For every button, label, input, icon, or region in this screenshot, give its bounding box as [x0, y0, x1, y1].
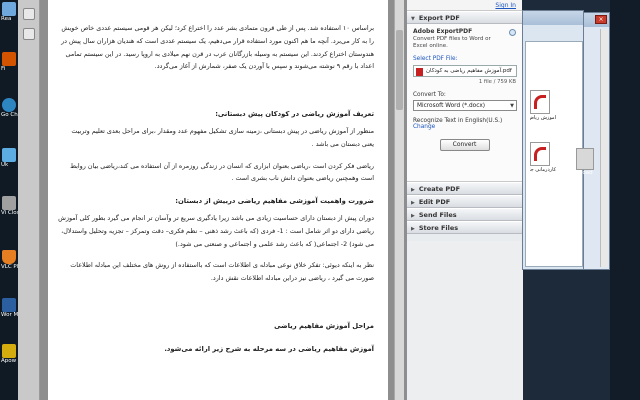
- convert-to-label: Convert To:: [413, 92, 446, 98]
- desktop-icon-label: VLC Pl: [1, 264, 19, 270]
- desktop-right-area: [610, 0, 640, 400]
- section-label: Create PDF: [418, 185, 461, 193]
- paragraph: ریاضی فکر کردن است ،ریاضی بعنوان ابزاری …: [70, 161, 374, 183]
- pdf-file-item[interactable]: کاردرمانی جلسه بیا...: [530, 142, 556, 173]
- export-pdf-body: Adobe ExportPDF Convert PDF files to Wor…: [407, 24, 522, 182]
- export-pdf-label: Export PDF: [418, 14, 460, 22]
- desktop-icon-reader[interactable]: Rea: [1, 2, 17, 22]
- desktop-icon-download[interactable]: nload: [570, 148, 600, 176]
- section-label: Edit PDF: [418, 198, 451, 206]
- create-pdf-header[interactable]: ▶ Create PDF: [407, 182, 522, 195]
- reader-icon: [2, 2, 16, 16]
- window-titlebar[interactable]: [523, 11, 583, 25]
- convert-button[interactable]: Convert: [439, 139, 490, 151]
- desktop-icon-label: Fi: [1, 66, 6, 72]
- desktop-left-strip: Rea Fi Go Ch Uk Vi Clos VLC Pl Wor Mi Ap…: [0, 0, 19, 400]
- reader-tool-strip: [18, 0, 40, 400]
- pdf-file-icon: [530, 142, 550, 166]
- paragraph: دوران پیش از دبستان دارای حساسیت زیادی م…: [58, 213, 374, 248]
- export-pdf-header[interactable]: ▼ Export PDF: [407, 11, 522, 24]
- window-scrollbar[interactable]: [600, 29, 608, 267]
- vlc-icon: [2, 250, 16, 264]
- chrome-icon: [2, 98, 16, 112]
- chevron-down-icon: ▼: [510, 103, 514, 109]
- paragraph: نظر به اینکه دیوئی: تفکر خلاق نوعی مبادل…: [70, 261, 374, 283]
- section-label: Send Files: [418, 211, 457, 219]
- desktop-icon-vi[interactable]: Vi Clos: [1, 196, 19, 216]
- file-name: آموزش ریاض...: [530, 115, 556, 121]
- section-label: Store Files: [418, 224, 459, 232]
- pdf-file-icon: [530, 90, 550, 114]
- app-icon: [2, 196, 16, 210]
- store-files-header[interactable]: ▶ Store Files: [407, 221, 522, 234]
- app-icon: [2, 344, 16, 358]
- pdf-file-item[interactable]: آموزش ریاض...: [530, 90, 556, 121]
- sign-in-link[interactable]: Sign In: [407, 0, 522, 11]
- desktop-icon-label: Apow: [1, 358, 17, 364]
- send-files-header[interactable]: ▶ Send Files: [407, 208, 522, 221]
- desktop-icon-vlc[interactable]: VLC Pl: [1, 250, 19, 270]
- app-icon: [2, 148, 16, 162]
- file-name: کاردرمانی جلسه بیا...: [530, 167, 556, 173]
- desktop-icon-chrome[interactable]: Go Ch: [1, 98, 18, 118]
- change-link[interactable]: Change: [413, 124, 516, 130]
- desktop-icon-label: nload: [577, 170, 593, 176]
- tools-panel: Sign In ▼ Export PDF Adobe ExportPDF Conv…: [406, 0, 523, 400]
- paragraph: منظور از آموزش ریاضی در پیش دبستانی ،زمی…: [71, 126, 374, 148]
- desktop-icon-label: Go Ch: [1, 112, 18, 118]
- pages-icon[interactable]: [23, 8, 35, 20]
- panel-empty-area: [407, 241, 523, 400]
- product-description: Convert PDF files to Word or Excel onlin…: [413, 36, 491, 49]
- paragraph: براساس ۱۰ استفاده شد. پس از طی قرون متما…: [61, 24, 374, 71]
- convert-to-select[interactable]: Microsoft Word (*.docx) ▼: [413, 100, 517, 111]
- desktop-icon-word[interactable]: Wor Mi: [1, 298, 19, 318]
- document-scrollbar[interactable]: [394, 0, 404, 400]
- desktop-icon-label: Vi Clos: [1, 210, 19, 216]
- desktop-icon-apow[interactable]: Apow: [1, 344, 17, 364]
- expand-icon: ▶: [411, 226, 415, 232]
- app-icon: [2, 52, 16, 66]
- adobe-online-icon: [509, 29, 516, 36]
- section-heading: ضرورت واهمیت آموزشی مفاهیم ریاضی دربیش ا…: [175, 197, 374, 206]
- file-name: آموزش مفاهیم ریاضی به کودکان.pdf: [426, 68, 512, 74]
- section-heading: مراحل آموزش مفاهیم ریاضی: [274, 321, 374, 330]
- select-file-link[interactable]: Select PDF File:: [413, 56, 516, 62]
- edit-pdf-header[interactable]: ▶ Edit PDF: [407, 195, 522, 208]
- selected-file-field[interactable]: آموزش مفاهیم ریاضی به کودکان.pdf: [413, 65, 517, 77]
- attachment-icon[interactable]: [23, 28, 35, 40]
- desktop-icon-label: Wor Mi: [1, 312, 19, 318]
- pdf-file-icon: [416, 68, 423, 76]
- desktop-icon-label: Uk: [1, 162, 9, 168]
- section-heading: آموزش مفاهیم ریاضی در سه مرحله به شرح زی…: [164, 344, 374, 353]
- desktop-icon-label: Rea: [1, 16, 12, 22]
- convert-to-value: Microsoft Word (*.docx): [417, 103, 486, 109]
- desktop-icon-fi[interactable]: Fi: [1, 52, 17, 72]
- section-heading: تعریف آموزش ریاضی در کودکان پیش دبستانی:: [215, 110, 374, 119]
- product-title: Adobe ExportPDF: [413, 28, 473, 35]
- explorer-window[interactable]: آموزش ریاض... کاردرمانی جلسه بیا...: [522, 10, 584, 270]
- file-info: 1 file / 759 KB: [478, 79, 516, 85]
- desktop-icon-uk[interactable]: Uk: [1, 148, 17, 168]
- pdf-page: براساس ۱۰ استفاده شد. پس از طی قرون متما…: [48, 0, 388, 400]
- word-icon: [2, 298, 16, 312]
- download-file-icon: [576, 148, 594, 170]
- scrollbar-thumb[interactable]: [396, 30, 403, 110]
- close-icon[interactable]: ×: [595, 15, 607, 24]
